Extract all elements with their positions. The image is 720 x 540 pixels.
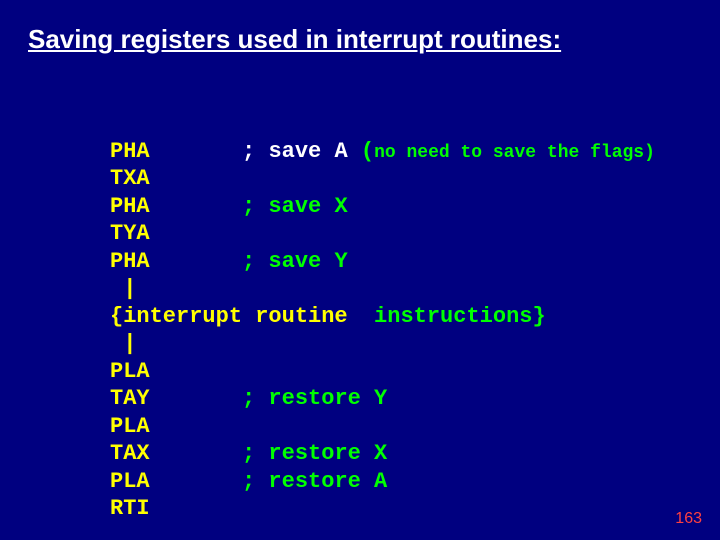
instruction: PHA xyxy=(110,249,150,274)
code-line: RTI xyxy=(110,496,150,521)
code-line: TXA xyxy=(110,166,150,191)
instruction: PLA xyxy=(110,469,150,494)
comment: ; restore A xyxy=(242,469,387,494)
page-number: 163 xyxy=(675,510,702,528)
code-line: {interrupt routine instructions} xyxy=(110,304,546,329)
code-line: PLA xyxy=(110,414,150,439)
code-line: | xyxy=(110,276,136,301)
comment-strong: save A xyxy=(268,139,347,164)
comment-prefix: ; xyxy=(242,139,268,164)
code-line: TAY ; restore Y xyxy=(110,386,387,411)
comment: ; save Y xyxy=(242,249,348,274)
instruction: PHA xyxy=(110,194,150,219)
instruction: | xyxy=(110,276,136,301)
instruction: TYA xyxy=(110,221,150,246)
comment: ; restore X xyxy=(242,441,387,466)
comment: ; save X xyxy=(242,194,348,219)
interrupt-left: {interrupt routine xyxy=(110,304,374,329)
code-block: PHA ; save A (no need to save the flags)… xyxy=(110,110,655,540)
comment-tail-open: ( xyxy=(348,139,374,164)
instruction: PHA xyxy=(110,139,150,164)
code-line: PLA ; restore A xyxy=(110,469,387,494)
instruction: TAX xyxy=(110,441,150,466)
code-line: PHA ; save X xyxy=(110,194,348,219)
code-line: PLA xyxy=(110,359,150,384)
interrupt-right: instructions} xyxy=(374,304,546,329)
code-line: TAX ; restore X xyxy=(110,441,387,466)
code-line: TYA xyxy=(110,221,150,246)
instruction: RTI xyxy=(110,496,150,521)
instruction: TXA xyxy=(110,166,150,191)
code-line: | xyxy=(110,331,136,356)
instruction: TAY xyxy=(110,386,150,411)
code-line: PHA ; save Y xyxy=(110,249,348,274)
slide-title: Saving registers used in interrupt routi… xyxy=(28,24,561,55)
code-line: PHA ; save A (no need to save the flags) xyxy=(110,139,655,164)
instruction: PLA xyxy=(110,359,150,384)
instruction: PLA xyxy=(110,414,150,439)
slide: Saving registers used in interrupt routi… xyxy=(0,0,720,540)
instruction: | xyxy=(110,331,136,356)
comment: ; restore Y xyxy=(242,386,387,411)
comment-tail-small: no need to save the flags) xyxy=(374,143,655,163)
